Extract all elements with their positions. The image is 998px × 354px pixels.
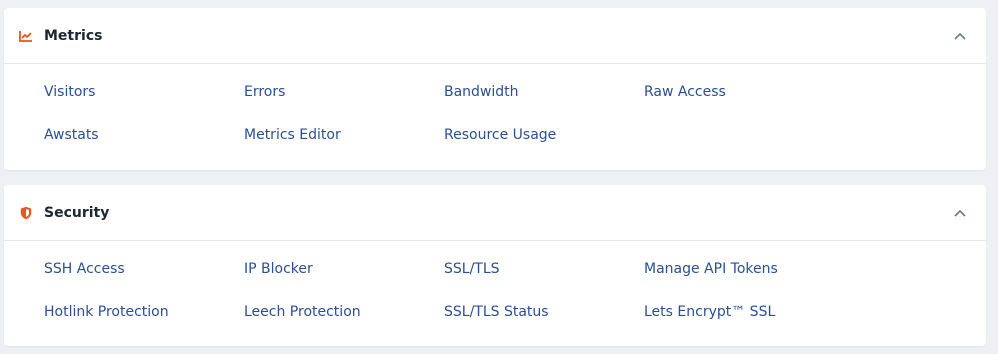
chevron-up-icon[interactable] (952, 28, 968, 44)
link-awstats[interactable]: Awstats (44, 127, 99, 143)
link-visitors[interactable]: Visitors (44, 84, 95, 100)
shield-icon (18, 205, 34, 221)
link-bandwidth[interactable]: Bandwidth (444, 84, 519, 100)
link-errors[interactable]: Errors (244, 84, 285, 100)
link-ssh-access[interactable]: SSH Access (44, 261, 125, 277)
link-raw-access[interactable]: Raw Access (644, 84, 726, 100)
link-leech-protection[interactable]: Leech Protection (244, 304, 361, 320)
security-panel-header[interactable]: Security (4, 185, 986, 241)
security-links: SSH Access IP Blocker SSL/TLS Manage API… (4, 241, 986, 347)
link-ip-blocker[interactable]: IP Blocker (244, 261, 313, 277)
metrics-links: Visitors Errors Bandwidth Raw Access Aws… (4, 64, 986, 170)
link-ssl-tls-status[interactable]: SSL/TLS Status (444, 304, 549, 320)
link-manage-api-tokens[interactable]: Manage API Tokens (644, 261, 778, 277)
trending-up-icon (18, 28, 34, 44)
link-lets-encrypt-ssl[interactable]: Lets Encrypt™ SSL (644, 304, 775, 320)
metrics-panel-title: Metrics (44, 27, 103, 44)
metrics-panel: Metrics Visitors Errors Bandwidth Raw Ac… (4, 8, 986, 170)
link-metrics-editor[interactable]: Metrics Editor (244, 127, 341, 143)
chevron-up-icon[interactable] (952, 205, 968, 221)
link-ssl-tls[interactable]: SSL/TLS (444, 261, 500, 277)
security-panel-title: Security (44, 204, 110, 221)
link-resource-usage[interactable]: Resource Usage (444, 127, 556, 143)
security-panel: Security SSH Access IP Blocker SSL/TLS M… (4, 185, 986, 346)
link-hotlink-protection[interactable]: Hotlink Protection (44, 304, 169, 320)
metrics-panel-header[interactable]: Metrics (4, 8, 986, 64)
